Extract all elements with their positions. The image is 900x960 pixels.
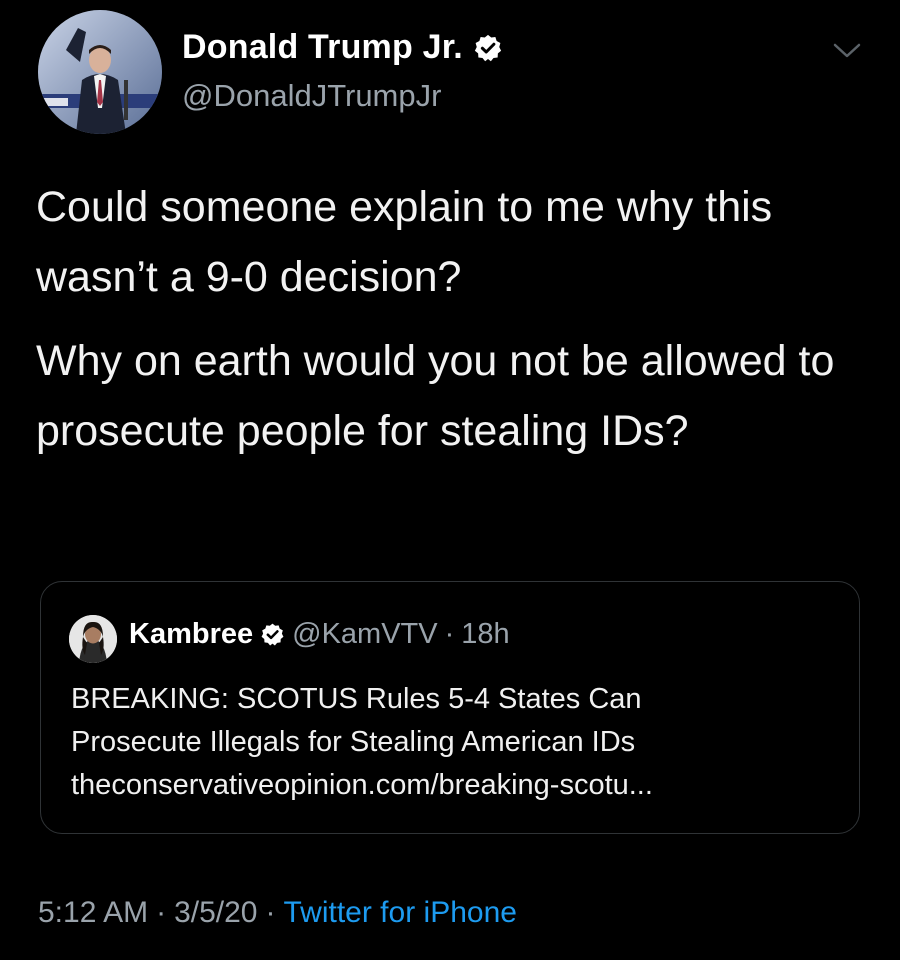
quoted-author-avatar[interactable] <box>69 615 117 663</box>
separator-dot: · <box>265 896 276 929</box>
quoted-tweet-card[interactable]: Kambree @KamVTV · 18h BREAKING: SCOTUS R… <box>40 581 860 834</box>
author-name-row[interactable]: Donald Trump Jr. <box>182 28 503 67</box>
author-avatar[interactable] <box>38 10 162 134</box>
quoted-text-line: BREAKING: SCOTUS Rules 5-4 States Can <box>71 683 642 715</box>
author-display-name[interactable]: Donald Trump Jr. <box>182 28 463 67</box>
quoted-tweet-header: Kambree @KamVTV · 18h <box>129 618 510 651</box>
quoted-link-line[interactable]: theconservativeopinion.com/breaking-scot… <box>71 764 841 807</box>
verified-badge-icon <box>473 33 503 63</box>
author-handle[interactable]: @DonaldJTrumpJr <box>182 78 441 114</box>
separator-dot: · <box>444 618 455 650</box>
verified-badge-icon <box>260 622 285 647</box>
tweet-date[interactable]: 3/5/20 <box>174 896 257 930</box>
chevron-down-icon[interactable] <box>832 40 862 62</box>
tweet-text: Could someone explain to me why this was… <box>36 172 866 480</box>
separator-dot: · <box>156 896 167 929</box>
tweet-paragraph: Why on earth would you not be allowed to… <box>36 337 835 455</box>
quoted-display-name[interactable]: Kambree <box>129 618 253 651</box>
quoted-handle[interactable]: @KamVTV <box>292 618 437 651</box>
tweet-detail: Donald Trump Jr. @DonaldJTrumpJr Could s… <box>0 0 900 960</box>
quoted-tweet-text: BREAKING: SCOTUS Rules 5-4 States Can Pr… <box>71 678 841 807</box>
tweet-time[interactable]: 5:12 AM <box>38 896 148 930</box>
quoted-text-line: Prosecute Illegals for Stealing American… <box>71 726 636 758</box>
quoted-timestamp[interactable]: 18h <box>461 618 509 651</box>
tweet-paragraph: Could someone explain to me why this was… <box>36 183 773 301</box>
tweet-source-link[interactable]: Twitter for iPhone <box>284 896 517 930</box>
tweet-metadata: 5:12 AM · 3/5/20 · Twitter for iPhone <box>38 896 517 930</box>
